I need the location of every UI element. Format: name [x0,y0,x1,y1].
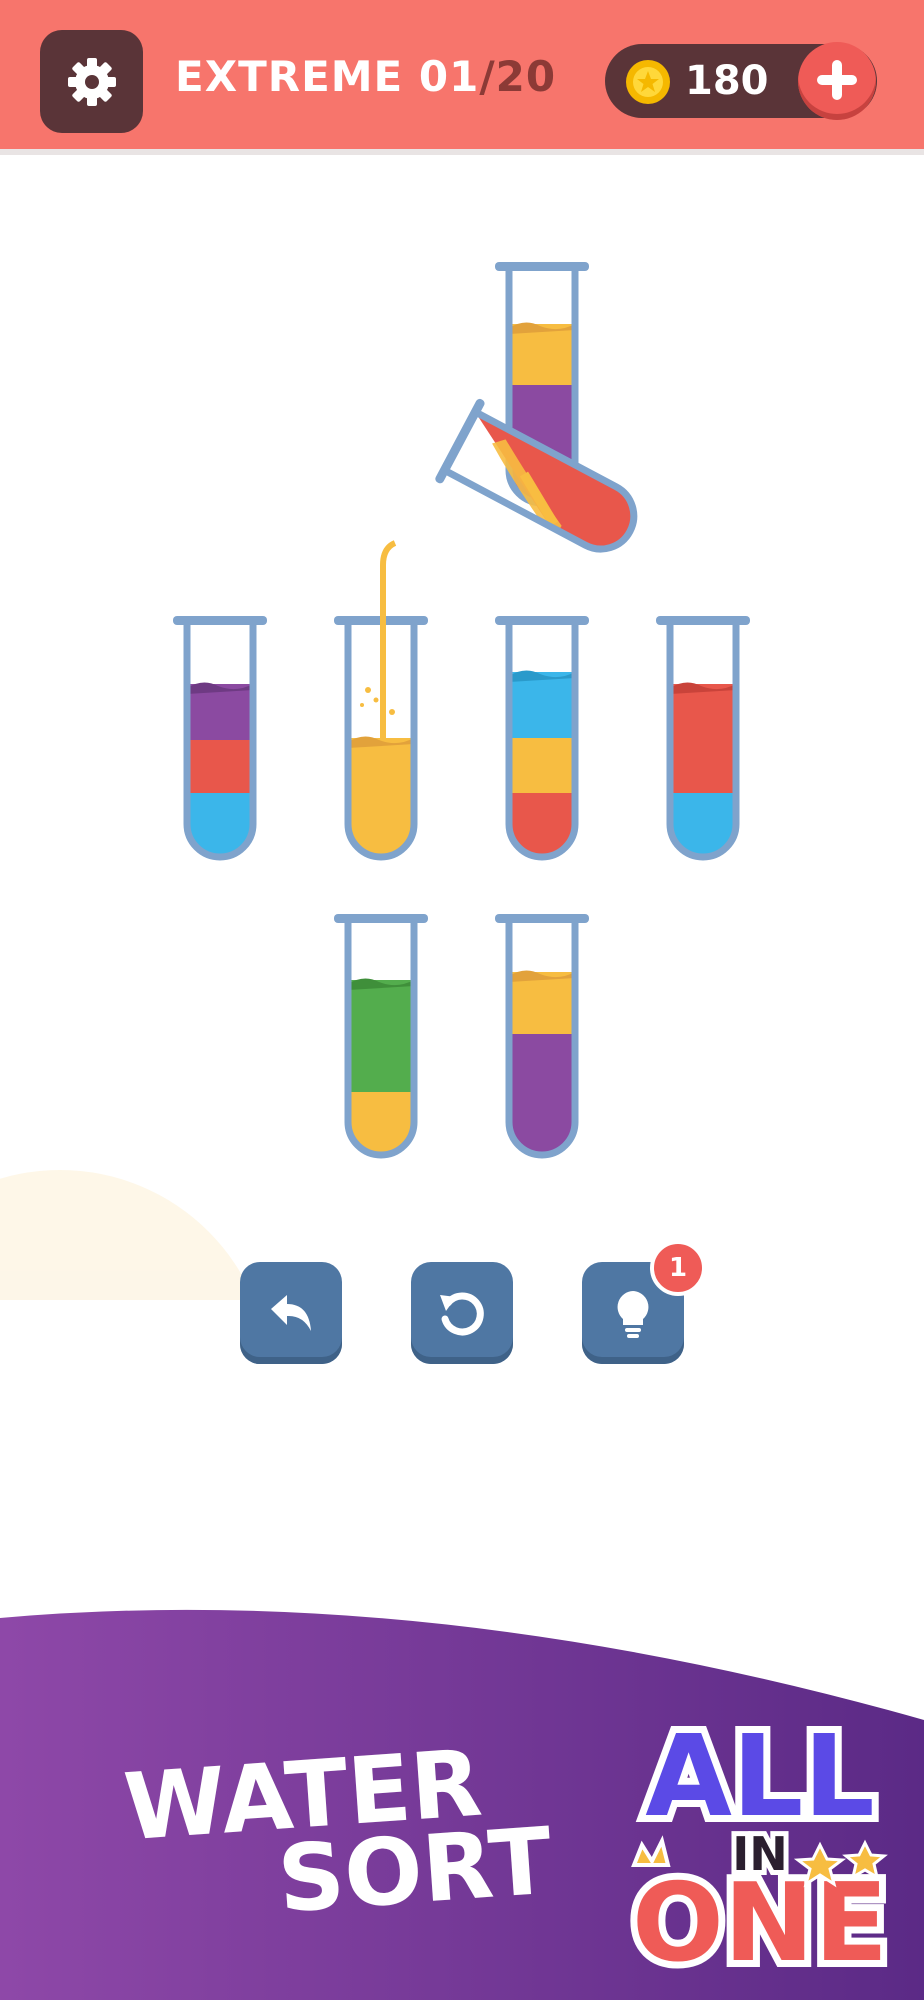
restart-button[interactable] [411,1262,513,1364]
all-in-one-logo: ALL IN ONE [625,1705,895,1975]
tube[interactable] [334,914,428,1162]
hint-count-badge: 1 [650,1240,706,1296]
pour-stream [360,540,397,740]
game-board [0,262,750,1300]
restart-icon [440,1292,484,1336]
tube[interactable] [656,616,750,863]
undo-button[interactable] [240,1262,342,1364]
undo-icon [271,1295,311,1331]
tube[interactable] [173,616,267,863]
tube[interactable] [495,616,589,863]
svg-text:ONE: ONE [632,1861,888,1975]
tube[interactable] [495,914,589,1162]
lightbulb-icon [617,1291,649,1338]
game-title-line2: SORT [274,1807,556,1934]
svg-text:ALL: ALL [645,1712,874,1842]
background-decoration [0,1170,255,1300]
